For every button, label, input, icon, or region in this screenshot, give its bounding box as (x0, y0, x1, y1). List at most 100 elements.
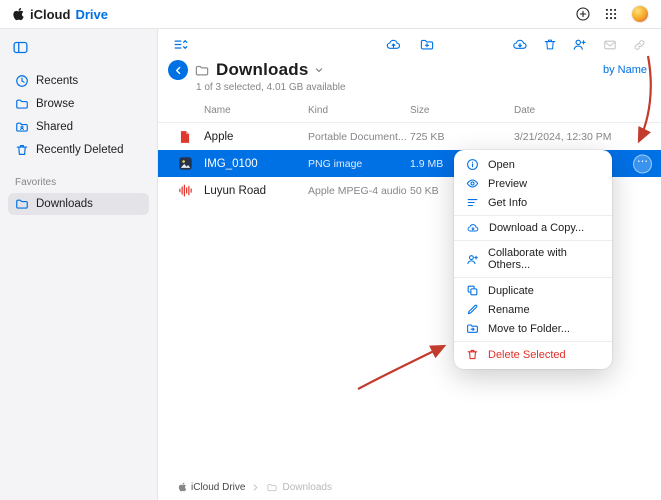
info-lines-icon (466, 196, 479, 209)
file-kind: Apple MPEG-4 audio (308, 185, 410, 197)
file-kind: PNG image (308, 158, 410, 170)
upload-cloud-icon (384, 37, 402, 52)
brand-drive-text: Drive (75, 7, 108, 22)
menu-item-move-to-folder[interactable]: Move to Folder... (454, 319, 612, 338)
column-header-size[interactable]: Size (410, 105, 514, 116)
menu-item-label: Collaborate with Others... (488, 247, 600, 271)
page-title: Downloads (216, 60, 308, 80)
menu-item-duplicate[interactable]: Duplicate (454, 281, 612, 300)
menu-item-collaborate[interactable]: Collaborate with Others... (454, 244, 612, 274)
sidebar-item-downloads[interactable]: Downloads (8, 193, 149, 215)
clock-icon (15, 74, 29, 88)
sidebar-toggle-button[interactable] (10, 37, 31, 58)
menu-divider (454, 277, 612, 278)
sidebar-item-shared[interactable]: Shared (8, 116, 149, 138)
menu-item-delete-selected[interactable]: Delete Selected (454, 345, 612, 364)
file-kind: Portable Document... (308, 131, 410, 143)
chevron-right-icon (251, 483, 260, 492)
column-header-date[interactable]: Date (514, 105, 651, 116)
folder-header: Downloads by Name (158, 55, 661, 80)
user-avatar[interactable] (631, 5, 649, 23)
menu-item-get-info[interactable]: Get Info (454, 193, 612, 212)
eye-icon (466, 177, 479, 190)
person-add-icon (466, 253, 479, 266)
upload-button[interactable] (384, 37, 402, 52)
menu-item-label: Get Info (488, 197, 527, 209)
table-header: Name Kind Size Date (158, 99, 661, 123)
plus-circle-icon (575, 6, 591, 22)
audio-file-icon (178, 183, 193, 198)
main-content: Downloads by Name 1 of 3 selected, 4.01 … (158, 29, 661, 500)
folder-icon (15, 197, 29, 211)
trash-icon (15, 143, 29, 157)
table-row-apple[interactable]: Apple Portable Document... 725 KB 3/21/2… (158, 123, 661, 150)
more-actions-button[interactable]: ⋯ (633, 154, 652, 173)
menu-item-label: Open (488, 159, 515, 171)
breadcrumb-current: Downloads (266, 482, 331, 493)
pdf-file-icon (178, 129, 192, 145)
sidebar-item-recents[interactable]: Recents (8, 70, 149, 92)
pencil-icon (466, 303, 479, 316)
new-folder-button[interactable] (418, 37, 435, 52)
person-add-icon (571, 37, 588, 52)
apps-grid-icon (604, 7, 618, 21)
column-header-name[interactable]: Name (204, 105, 308, 116)
sidebar-item-recently-deleted[interactable]: Recently Deleted (8, 139, 149, 161)
chevron-down-icon[interactable] (314, 65, 324, 75)
breadcrumb-current-label: Downloads (282, 482, 331, 493)
context-menu: Open Preview Get Info Download a Copy... (454, 150, 612, 369)
info-circle-icon (466, 158, 479, 171)
folder-icon (194, 63, 210, 78)
image-file-icon (178, 156, 193, 171)
chevron-left-icon (173, 65, 184, 76)
share-collaborate-button[interactable] (571, 37, 588, 52)
icloud-drive-app: iCloud Drive Recents (0, 0, 661, 500)
menu-item-label: Preview (488, 178, 527, 190)
sort-by-name-button[interactable]: by Name (603, 64, 647, 76)
create-new-button[interactable] (575, 6, 591, 22)
topbar-actions (575, 5, 649, 23)
shared-folder-icon (15, 120, 29, 134)
menu-item-label: Move to Folder... (488, 323, 570, 335)
download-cloud-icon (511, 37, 529, 52)
app-brand: iCloud Drive (12, 7, 108, 22)
toolbar-right-group (511, 37, 647, 52)
sidebar-item-label: Recents (36, 75, 78, 87)
download-button[interactable] (511, 37, 529, 52)
sidebar-item-label: Downloads (36, 198, 93, 210)
breadcrumb-root[interactable]: iCloud Drive (178, 482, 245, 493)
menu-item-rename[interactable]: Rename (454, 300, 612, 319)
column-header-kind[interactable]: Kind (308, 105, 410, 116)
view-sort-button[interactable] (172, 37, 189, 52)
menu-item-open[interactable]: Open (454, 155, 612, 174)
move-folder-icon (466, 322, 479, 335)
toolbar (158, 29, 661, 55)
sidebar: Recents Browse Shared Recently Deleted F… (0, 29, 158, 500)
trash-icon (466, 348, 479, 361)
brand-icloud-text: iCloud (30, 7, 70, 22)
sidebar-toggle-icon (12, 39, 29, 56)
file-size: 725 KB (410, 131, 514, 143)
file-name: Luyun Road (204, 185, 308, 197)
delete-button[interactable] (543, 37, 557, 52)
menu-item-preview[interactable]: Preview (454, 174, 612, 193)
breadcrumb-root-label: iCloud Drive (191, 482, 245, 493)
apps-menu-button[interactable] (604, 7, 618, 21)
link-icon (632, 38, 647, 52)
download-cloud-icon (466, 222, 480, 234)
folder-icon (266, 482, 278, 493)
new-folder-icon (418, 37, 435, 52)
copy-link-button[interactable] (632, 38, 647, 52)
back-button[interactable] (168, 60, 188, 80)
list-sort-icon (172, 37, 189, 52)
sidebar-item-label: Browse (36, 98, 74, 110)
topbar: iCloud Drive (0, 0, 661, 29)
sidebar-item-label: Shared (36, 121, 73, 133)
sidebar-item-browse[interactable]: Browse (8, 93, 149, 115)
email-link-button[interactable] (602, 38, 618, 52)
duplicate-icon (466, 284, 479, 297)
menu-item-download-copy[interactable]: Download a Copy... (454, 219, 612, 237)
sidebar-nav: Recents Browse Shared Recently Deleted (8, 70, 149, 161)
menu-item-label: Download a Copy... (489, 222, 584, 234)
breadcrumb: iCloud Drive Downloads (158, 474, 661, 500)
